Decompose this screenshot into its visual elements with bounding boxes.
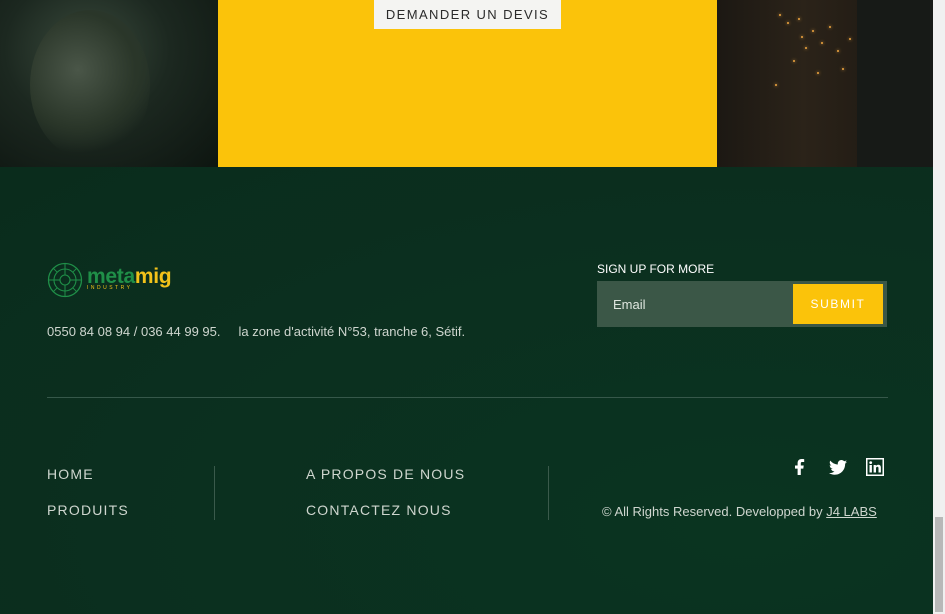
linkedin-icon[interactable] xyxy=(865,457,885,477)
spark xyxy=(837,50,839,52)
signup-title: SIGN UP FOR MORE xyxy=(597,262,715,276)
newsletter-form: SUBMIT xyxy=(597,281,887,327)
submit-button[interactable]: SUBMIT xyxy=(793,284,883,324)
site-footer: metamig INDUSTRY 0550 84 08 94 / 036 44 … xyxy=(0,167,933,614)
logo-subtitle: INDUSTRY xyxy=(87,285,133,291)
spark xyxy=(842,68,844,70)
scrollbar-thumb[interactable] xyxy=(935,517,943,612)
hero-photo-right xyxy=(717,0,933,167)
facebook-icon[interactable] xyxy=(790,457,810,477)
copyright-text: © All Rights Reserved. Developped by J4 … xyxy=(602,504,877,519)
nav-link-produits[interactable]: PRODUITS xyxy=(47,502,129,518)
nav-link-about[interactable]: A PROPOS DE NOUS xyxy=(306,466,465,482)
logo-word-mig: mig xyxy=(134,265,172,288)
nav-link-home[interactable]: HOME xyxy=(47,466,94,482)
developer-link[interactable]: J4 LABS xyxy=(826,504,877,519)
logo[interactable]: metamig INDUSTRY xyxy=(47,262,172,298)
nav-link-contact[interactable]: CONTACTEZ NOUS xyxy=(306,502,452,518)
nav-column-separator xyxy=(548,466,549,520)
hero-photo-left xyxy=(0,0,218,167)
spark xyxy=(801,36,803,38)
spark xyxy=(805,47,807,49)
spark xyxy=(775,84,777,86)
footer-divider xyxy=(47,397,888,398)
nav-column-separator xyxy=(214,466,215,520)
gear-logo-icon xyxy=(47,262,83,298)
spark xyxy=(817,72,819,74)
spark xyxy=(779,14,781,16)
vertical-scrollbar[interactable] xyxy=(933,0,945,614)
spark xyxy=(798,18,800,20)
spark xyxy=(849,38,851,40)
spark xyxy=(793,60,795,62)
copyright-prefix: © All Rights Reserved. Developped by xyxy=(602,504,827,519)
phone-numbers: 0550 84 08 94 / 036 44 99 95. xyxy=(47,324,221,339)
email-input[interactable] xyxy=(597,281,793,327)
hero-section: DEMANDER UN DEVIS xyxy=(0,0,933,167)
spark xyxy=(821,42,823,44)
logo-wordmark: metamig INDUSTRY xyxy=(87,265,172,292)
address: la zone d'activité N°53, tranche 6, Séti… xyxy=(238,324,466,339)
spark xyxy=(787,22,789,24)
spark xyxy=(829,26,831,28)
photo-shadow xyxy=(857,0,933,167)
spark xyxy=(812,30,814,32)
twitter-icon[interactable] xyxy=(828,457,848,477)
contact-info: 0550 84 08 94 / 036 44 99 95. la zone d'a… xyxy=(47,324,465,339)
request-quote-button[interactable]: DEMANDER UN DEVIS xyxy=(374,0,561,29)
